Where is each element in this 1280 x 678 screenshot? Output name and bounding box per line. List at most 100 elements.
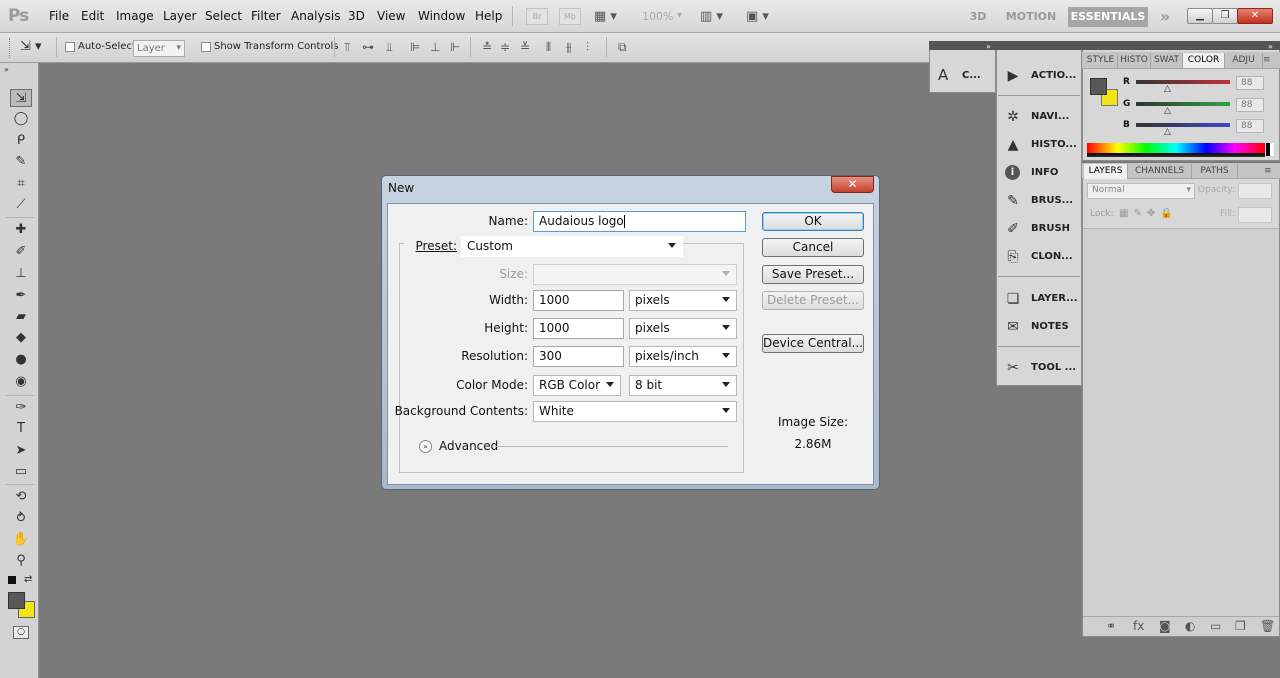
quick-mask-icon[interactable]: ○ bbox=[13, 626, 29, 639]
save-preset-button[interactable]: Save Preset... bbox=[762, 265, 864, 284]
background-contents-dropdown[interactable]: White bbox=[533, 401, 737, 422]
adjustment-layer-icon[interactable]: ◐ bbox=[1185, 619, 1195, 633]
window-close-button[interactable]: ✕ bbox=[1237, 8, 1273, 24]
tab-adjustments[interactable]: ADJU bbox=[1225, 53, 1263, 68]
transform-controls-checkbox[interactable] bbox=[201, 42, 211, 52]
align-hcenter-icon[interactable]: ⊥ bbox=[430, 40, 440, 54]
height-unit-dropdown[interactable]: pixels bbox=[629, 318, 737, 339]
bit-depth-dropdown[interactable]: 8 bit bbox=[629, 375, 737, 396]
distribute-right-icon[interactable]: ⫶ bbox=[586, 40, 589, 55]
tab-histogram[interactable]: HISTO bbox=[1118, 53, 1151, 68]
dock-info[interactable]: i INFO bbox=[1003, 163, 1077, 185]
zoom-dropdown-icon[interactable]: ▾ bbox=[677, 10, 682, 21]
dock-actions[interactable]: ▶ ACTIO... bbox=[1003, 66, 1077, 88]
distribute-bottom-icon[interactable]: ≚ bbox=[520, 40, 530, 54]
tab-color[interactable]: COLOR bbox=[1183, 53, 1225, 68]
mini-bridge-button[interactable]: Mb bbox=[559, 8, 581, 25]
history-brush-tool-icon[interactable]: ✒ bbox=[10, 287, 32, 305]
red-slider-track[interactable] bbox=[1136, 80, 1230, 84]
zoom-tool-icon[interactable]: ⚲ bbox=[10, 552, 32, 570]
swap-colors-icon[interactable]: ⇄ bbox=[24, 574, 32, 585]
slider-thumb-icon[interactable]: △ bbox=[1164, 127, 1171, 137]
align-right-icon[interactable]: ⊩ bbox=[450, 40, 460, 54]
green-value-field[interactable]: 88 bbox=[1236, 98, 1264, 112]
name-input[interactable]: Audaious logo bbox=[533, 211, 746, 232]
workspace-more-icon[interactable]: » bbox=[1156, 7, 1174, 27]
size-dropdown[interactable] bbox=[533, 264, 737, 285]
height-input[interactable]: 1000 bbox=[533, 318, 624, 339]
dock-layer-comps[interactable]: ❏ LAYER... bbox=[1003, 289, 1078, 311]
delete-preset-button[interactable]: Delete Preset... bbox=[762, 291, 864, 310]
menu-file[interactable]: File bbox=[49, 9, 69, 23]
character-icon[interactable]: A bbox=[938, 66, 948, 84]
pen-tool-icon[interactable]: ✑ bbox=[10, 399, 32, 417]
tab-swatches[interactable]: SWAT bbox=[1151, 53, 1183, 68]
menu-3d[interactable]: 3D bbox=[348, 9, 365, 23]
menu-image[interactable]: Image bbox=[116, 9, 154, 23]
width-unit-dropdown[interactable]: pixels bbox=[629, 290, 737, 311]
width-input[interactable]: 1000 bbox=[533, 290, 624, 311]
tab-paths[interactable]: PATHS bbox=[1192, 164, 1238, 179]
blue-value-field[interactable]: 88 bbox=[1236, 119, 1264, 133]
tools-collapse-icon[interactable]: » bbox=[4, 65, 9, 74]
ok-button[interactable]: OK bbox=[762, 212, 864, 231]
layer-mask-icon[interactable]: ◙ bbox=[1159, 619, 1171, 633]
menu-help[interactable]: Help bbox=[475, 9, 502, 23]
lock-icons[interactable]: ▦✎✥🔒 bbox=[1119, 208, 1178, 219]
green-slider-track[interactable] bbox=[1136, 102, 1230, 106]
blend-mode-dropdown[interactable]: Normal ▾ bbox=[1087, 183, 1195, 199]
align-top-icon[interactable]: ⫪ bbox=[344, 40, 351, 55]
dock-clone-source[interactable]: ⎘ CLON... bbox=[1003, 247, 1077, 269]
arrange-documents-icon[interactable]: ▥ ▾ bbox=[700, 9, 734, 25]
menu-analysis[interactable]: Analysis bbox=[291, 9, 340, 23]
dock-histogram[interactable]: ▲ HISTO... bbox=[1003, 135, 1077, 157]
panel-menu-icon[interactable]: ≡ bbox=[1263, 55, 1271, 65]
options-grip[interactable] bbox=[9, 38, 13, 58]
dock-navigator[interactable]: ✲ NAVI... bbox=[1003, 107, 1077, 129]
red-value-field[interactable]: 88 bbox=[1236, 76, 1264, 90]
align-bottom-icon[interactable]: ⫫ bbox=[386, 40, 393, 55]
lasso-tool-icon[interactable]: ᑭ bbox=[10, 132, 32, 150]
menu-layer[interactable]: Layer bbox=[163, 9, 196, 23]
workspace-3d[interactable]: 3D bbox=[964, 7, 992, 27]
dodge-tool-icon[interactable]: ◉ bbox=[10, 373, 32, 391]
cancel-button[interactable]: Cancel bbox=[762, 238, 864, 257]
eraser-tool-icon[interactable]: ▰ bbox=[10, 308, 32, 326]
eyedropper-tool-icon[interactable]: ⟋ bbox=[10, 196, 32, 214]
menu-select[interactable]: Select bbox=[205, 9, 242, 23]
dialog-close-button[interactable]: ✕ bbox=[831, 176, 874, 193]
rectangle-tool-icon[interactable]: ▭ bbox=[10, 463, 32, 481]
zoom-level[interactable]: 100% bbox=[642, 10, 673, 23]
dock-notes[interactable]: ✉ NOTES bbox=[1003, 317, 1077, 339]
clone-stamp-tool-icon[interactable]: ⊥ bbox=[10, 265, 32, 283]
link-layers-icon[interactable]: ⚭ bbox=[1106, 619, 1116, 633]
tab-layers[interactable]: LAYERS bbox=[1084, 164, 1128, 179]
dock-tool-presets[interactable]: ✂ TOOL ... bbox=[1003, 358, 1077, 380]
3d-orbit-tool-icon[interactable]: ⥁ bbox=[10, 510, 32, 528]
tab-channels[interactable]: CHANNELS bbox=[1128, 164, 1192, 179]
color-mode-dropdown[interactable]: RGB Color bbox=[533, 375, 621, 396]
menu-filter[interactable]: Filter bbox=[251, 9, 281, 23]
crop-tool-icon[interactable]: ⌗ bbox=[10, 175, 32, 193]
workspace-motion[interactable]: MOTION bbox=[1002, 7, 1060, 27]
gradient-tool-icon[interactable]: ◆ bbox=[10, 329, 32, 347]
panel-collapse-icon[interactable]: » bbox=[1268, 42, 1273, 51]
panel-menu-icon[interactable]: ≡ bbox=[1264, 166, 1272, 176]
opacity-field[interactable] bbox=[1238, 183, 1272, 199]
delete-layer-icon[interactable]: 🗑 bbox=[1260, 619, 1275, 633]
distribute-hcenter-icon[interactable]: ⫵ bbox=[566, 40, 572, 55]
align-vcenter-icon[interactable]: ⊶ bbox=[362, 40, 374, 54]
menu-window[interactable]: Window bbox=[418, 9, 465, 23]
menu-edit[interactable]: Edit bbox=[81, 9, 104, 23]
restore-button[interactable]: ❐ bbox=[1212, 8, 1238, 24]
dock-expand-icon[interactable]: » bbox=[986, 42, 991, 51]
default-colors-icon[interactable] bbox=[8, 576, 16, 584]
view-extras-icon[interactable]: ▦ ▾ bbox=[594, 9, 628, 25]
3d-rotate-tool-icon[interactable]: ⟲ bbox=[10, 488, 32, 506]
workspace-essentials[interactable]: ESSENTIALS bbox=[1068, 7, 1148, 27]
move-tool-icon[interactable]: ⇲ bbox=[10, 89, 32, 107]
advanced-expand-icon[interactable]: » bbox=[419, 440, 432, 453]
preset-dropdown[interactable]: Custom bbox=[461, 236, 683, 257]
minimize-button[interactable]: ▁ bbox=[1187, 8, 1213, 24]
blur-tool-icon[interactable]: ● bbox=[10, 351, 32, 369]
